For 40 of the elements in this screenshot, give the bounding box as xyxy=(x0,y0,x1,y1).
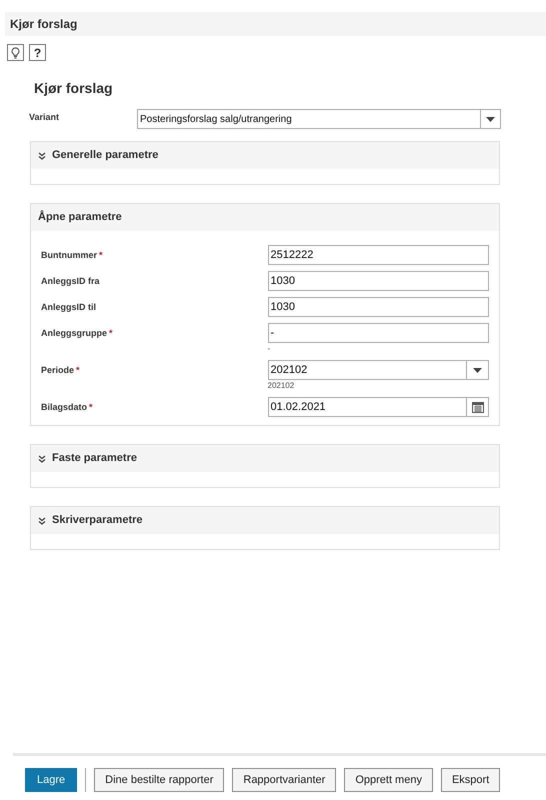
field-label: Periode xyxy=(41,364,74,377)
field-label: AnleggsID fra xyxy=(41,275,100,288)
field-label: AnleggsID til xyxy=(41,301,96,314)
chevron-down-icon[interactable] xyxy=(38,454,46,462)
input-field[interactable]: 1030 xyxy=(268,297,489,317)
variant-label: Variant xyxy=(29,111,60,124)
caret-icon xyxy=(486,116,495,122)
field-label: Bilagsdato xyxy=(41,401,88,414)
field-hint: 202102 xyxy=(268,380,296,391)
chevron-down-icon[interactable] xyxy=(38,516,46,524)
field-label: Anleggsgruppe xyxy=(41,327,108,340)
section-title[interactable]: Faste parametre xyxy=(52,450,137,467)
section-title[interactable]: Åpne parametre xyxy=(38,209,122,226)
chevron-down-icon[interactable] xyxy=(38,152,46,160)
input-field[interactable]: 2512222 xyxy=(268,245,489,265)
date-field[interactable]: 01.02.2021 xyxy=(268,397,489,417)
action-button[interactable]: Dine bestilte rapporter xyxy=(94,768,224,792)
action-button[interactable]: Eksport xyxy=(440,768,500,792)
lightbulb-icon xyxy=(11,46,20,58)
section-title[interactable]: Skriverparametre xyxy=(52,512,143,529)
required-mark: * xyxy=(99,249,103,262)
action-button[interactable]: Rapportvarianter xyxy=(232,768,336,792)
section-title[interactable]: Generelle parametre xyxy=(52,147,158,164)
variant-dropdown[interactable]: Posteringsforslag salg/utrangering xyxy=(137,109,501,129)
help-button[interactable]: ? xyxy=(29,44,46,61)
field-hint: - xyxy=(268,343,272,354)
field-label: Buntnummer xyxy=(41,249,97,262)
caret-icon xyxy=(473,368,482,372)
required-mark: * xyxy=(76,364,80,377)
calendar-icon xyxy=(472,401,484,413)
save-button[interactable]: Lagre xyxy=(25,768,78,792)
page-title: Kjør forslag xyxy=(10,16,78,33)
period-dropdown[interactable]: 202102 xyxy=(268,360,489,380)
action-button[interactable]: Opprett meny xyxy=(344,768,433,792)
lightbulb-button[interactable] xyxy=(7,44,24,61)
input-field[interactable]: 1030 xyxy=(268,271,489,291)
required-mark: * xyxy=(109,327,113,340)
form-title: Kjør forslag xyxy=(34,80,113,96)
required-mark: * xyxy=(89,401,93,414)
input-field[interactable]: - xyxy=(268,323,489,343)
